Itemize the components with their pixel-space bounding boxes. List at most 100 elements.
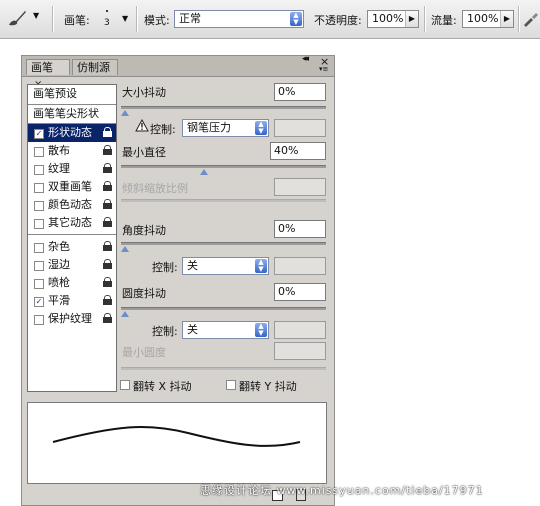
list-item[interactable]: ✓ 形状动态	[28, 124, 116, 142]
checkbox[interactable]	[34, 279, 44, 289]
panel-tab-bar: 画笔 × 仿制源 ◂◂ × ▾≡	[22, 54, 334, 90]
panel-menu-icon[interactable]: ▾≡	[319, 65, 328, 73]
checkbox[interactable]	[34, 147, 44, 157]
brush-size: 3	[104, 18, 110, 28]
angle-jitter-slider[interactable]	[121, 242, 326, 252]
lock-icon[interactable]	[103, 217, 112, 228]
min-diameter-input[interactable]: 40%	[270, 142, 326, 160]
list-item[interactable]: 杂色	[28, 238, 116, 256]
slider-thumb[interactable]	[121, 110, 129, 116]
size-jitter-label: 大小抖动	[122, 86, 166, 99]
lock-icon[interactable]	[103, 181, 112, 192]
checkbox[interactable]	[34, 219, 44, 229]
list-item[interactable]: 双重画笔	[28, 178, 116, 196]
angle-jitter-value: 0%	[278, 222, 296, 235]
list-item-label: 双重画笔	[48, 180, 92, 193]
opacity-slider-button[interactable]: ▶	[405, 11, 418, 27]
tab-clone-source-label: 仿制源	[77, 61, 110, 74]
slider-thumb[interactable]	[199, 169, 208, 175]
lock-icon[interactable]	[103, 199, 112, 210]
watermark: 思缘设计论坛 www.missyuan.com/tieba/17971	[200, 482, 520, 498]
lock-icon[interactable]	[103, 127, 112, 138]
flip-x-label: 翻转 X 抖动	[133, 380, 192, 393]
list-item[interactable]: 散布	[28, 142, 116, 160]
flow-label: 流量:	[431, 14, 457, 27]
brush-icon	[9, 11, 26, 26]
min-roundness-input	[274, 342, 326, 360]
list-item[interactable]: 湿边	[28, 256, 116, 274]
checkbox[interactable]	[34, 201, 44, 211]
control3-select[interactable]: 关 ▲ ▼	[182, 321, 269, 339]
lock-icon[interactable]	[103, 145, 112, 156]
control2-extra	[274, 257, 326, 275]
list-item[interactable]: 喷枪	[28, 274, 116, 292]
opacity-input[interactable]: 100% ▶	[367, 10, 419, 28]
roundness-jitter-input[interactable]: 0%	[274, 283, 326, 301]
size-jitter-slider[interactable]	[121, 106, 326, 116]
control2-select[interactable]: 关 ▲ ▼	[182, 257, 269, 275]
brush-picker[interactable]: 3 ▼	[98, 6, 132, 32]
roundness-jitter-slider[interactable]	[121, 307, 326, 317]
checkbox[interactable]	[34, 243, 44, 253]
list-item-label: 画笔预设	[33, 87, 77, 100]
list-item[interactable]: 其它动态	[28, 214, 116, 232]
flip-y-checkbox[interactable]: 翻转 Y 抖动	[226, 378, 326, 393]
dropdown-arrows-icon: ▲ ▼	[290, 12, 302, 26]
dropdown-arrows-icon: ▲ ▼	[255, 323, 267, 337]
lock-icon[interactable]	[103, 277, 112, 288]
control1-label: 控制:	[150, 123, 176, 136]
tilt-scale-input	[274, 178, 326, 196]
min-diameter-value: 40%	[274, 144, 299, 157]
list-item[interactable]: 纹理	[28, 160, 116, 178]
mode-select[interactable]: 正常 ▲ ▼	[174, 10, 304, 28]
collapse-icon[interactable]: ◂◂	[302, 54, 309, 64]
checkbox-checked[interactable]: ✓	[34, 297, 44, 307]
checkbox[interactable]	[34, 165, 44, 175]
lock-icon[interactable]	[103, 313, 112, 324]
angle-jitter-input[interactable]: 0%	[274, 220, 326, 238]
flow-input[interactable]: 100% ▶	[462, 10, 514, 28]
mode-label: 模式:	[144, 14, 170, 27]
control1-select[interactable]: 钢笔压力 ▲ ▼	[182, 119, 269, 137]
dropdown-arrows-icon: ▲ ▼	[255, 259, 267, 273]
brush-dot-icon	[106, 10, 108, 12]
settings-area: 大小抖动 0% 控制: 钢笔压力 ▲ ▼ 最小直径 40% 倾斜缩放比例 角度抖动…	[119, 78, 329, 398]
lock-icon[interactable]	[103, 295, 112, 306]
slider-thumb[interactable]	[121, 246, 129, 252]
chevron-down-icon: ▼	[122, 14, 129, 23]
list-item-brush-tip-shape[interactable]: 画笔笔尖形状	[28, 105, 116, 123]
lock-icon[interactable]	[103, 163, 112, 174]
divider	[136, 6, 138, 32]
size-jitter-input[interactable]: 0%	[274, 83, 326, 101]
tab-brush[interactable]: 画笔 ×	[26, 59, 70, 90]
brush-label: 画笔:	[64, 14, 90, 27]
flow-slider-button[interactable]: ▶	[500, 11, 513, 27]
roundness-jitter-value: 0%	[278, 285, 296, 298]
checkbox[interactable]	[34, 183, 44, 193]
list-item[interactable]: ✓ 平滑	[28, 292, 116, 310]
list-item-label: 画笔笔尖形状	[33, 107, 99, 120]
min-diameter-slider[interactable]	[121, 165, 326, 175]
warning-icon	[135, 119, 149, 132]
lock-icon[interactable]	[103, 241, 112, 252]
tab-clone-source[interactable]: 仿制源	[72, 59, 118, 75]
list-item[interactable]: 颜色动态	[28, 196, 116, 214]
checkbox-box	[120, 380, 130, 390]
slider-thumb[interactable]	[121, 311, 129, 317]
list-item-brush-presets[interactable]: 画笔预设	[28, 85, 116, 103]
divider	[52, 6, 54, 32]
airbrush-icon[interactable]	[522, 10, 540, 28]
flip-x-checkbox[interactable]: 翻转 X 抖动	[120, 378, 220, 393]
checkbox-checked[interactable]: ✓	[34, 129, 44, 139]
checkbox[interactable]	[34, 261, 44, 271]
flip-y-label: 翻转 Y 抖动	[239, 380, 297, 393]
brush-tool-preset-picker[interactable]: ▼	[5, 8, 45, 28]
list-item-label: 杂色	[48, 240, 70, 253]
checkbox[interactable]	[34, 315, 44, 325]
list-item[interactable]: 保护纹理	[28, 310, 116, 328]
angle-jitter-label: 角度抖动	[122, 224, 166, 237]
lock-icon[interactable]	[103, 259, 112, 270]
divider	[28, 234, 116, 235]
min-roundness-label: 最小圆度	[122, 346, 166, 359]
dropdown-arrows-icon: ▲ ▼	[255, 121, 267, 135]
